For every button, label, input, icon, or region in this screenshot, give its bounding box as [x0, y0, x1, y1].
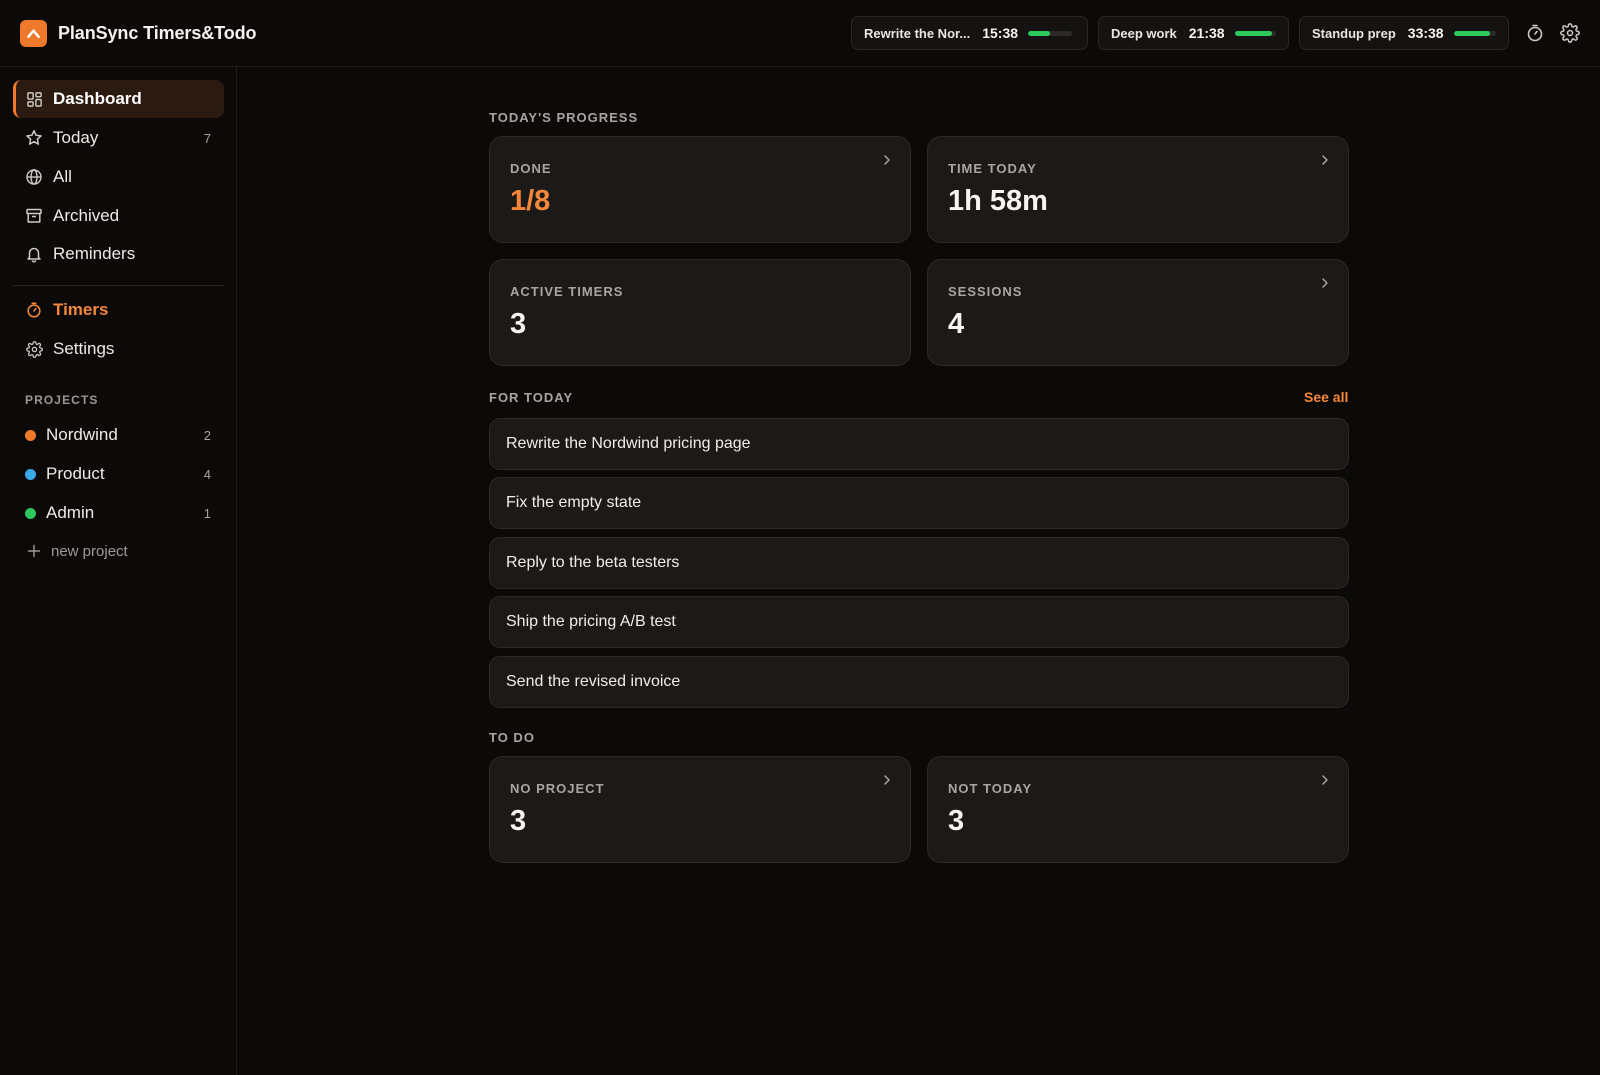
- stat-card-sessions[interactable]: SESSIONS 4: [927, 259, 1349, 366]
- gear-icon: [25, 340, 43, 358]
- timer-progress-bar: [1028, 30, 1073, 36]
- sidebar-item-archived[interactable]: Archived: [13, 197, 224, 235]
- timer-pill[interactable]: Deep work 21:38: [1098, 16, 1289, 50]
- sidebar: Dashboard Today 7 All Archived Reminders…: [0, 67, 237, 1075]
- sidebar-item-label: All: [53, 167, 72, 186]
- new-project-label: new project: [51, 542, 128, 560]
- timer-name: Standup prep: [1312, 25, 1396, 41]
- stat-value: 3: [948, 805, 965, 837]
- task-item[interactable]: Ship the pricing A/B test: [489, 596, 1349, 648]
- timer-progress-fill: [1453, 30, 1490, 36]
- sidebar-item-today[interactable]: Today 7: [13, 119, 224, 157]
- timer-time: 21:38: [1188, 25, 1225, 41]
- stopwatch-icon[interactable]: [1524, 22, 1546, 44]
- section-heading-to-do: TO DO: [489, 730, 535, 745]
- stat-value: 3: [510, 308, 527, 340]
- sidebar-item-timers[interactable]: Timers: [13, 291, 224, 329]
- project-color-dot: [25, 468, 36, 480]
- timer-pill[interactable]: Rewrite the Nor... 15:38: [851, 16, 1088, 50]
- active-timers-bar: Rewrite the Nor... 15:38 Deep work 21:38…: [851, 16, 1509, 50]
- app-logo-icon: [20, 19, 47, 47]
- section-heading-for-today: FOR TODAY: [489, 390, 574, 405]
- sidebar-item-label: Dashboard: [53, 89, 142, 108]
- stat-label: NO PROJECT: [510, 781, 605, 796]
- stat-value: 4: [948, 308, 965, 340]
- project-label: Product: [46, 464, 105, 483]
- timer-name: Rewrite the Nor...: [864, 25, 971, 41]
- projects-heading: PROJECTS: [25, 393, 99, 407]
- stat-value: 1/8: [510, 185, 551, 217]
- task-item[interactable]: Fix the empty state: [489, 477, 1349, 529]
- sidebar-item-label: Reminders: [53, 244, 136, 263]
- archive-icon: [25, 207, 43, 225]
- sidebar-item-label: Archived: [53, 206, 120, 225]
- timer-time: 15:38: [982, 25, 1019, 41]
- bell-icon: [25, 245, 43, 263]
- item-count: 4: [203, 466, 211, 482]
- todo-card-not-today[interactable]: NOT TODAY 3: [927, 756, 1349, 863]
- item-count: 7: [203, 130, 211, 146]
- project-label: Admin: [46, 503, 95, 522]
- task-item[interactable]: Rewrite the Nordwind pricing page: [489, 418, 1349, 470]
- timer-time: 33:38: [1407, 25, 1444, 41]
- stat-card-time-today[interactable]: TIME TODAY 1h 58m: [927, 136, 1349, 243]
- section-heading-progress: TODAY'S PROGRESS: [489, 110, 639, 125]
- item-count: 1: [203, 505, 211, 521]
- stat-value: 1h 58m: [948, 185, 1048, 217]
- timer-progress-fill: [1234, 30, 1272, 36]
- chevron-right-icon: [884, 775, 890, 785]
- project-color-dot: [25, 429, 36, 441]
- task-item[interactable]: Send the revised invoice: [489, 656, 1349, 708]
- sidebar-item-label: Today: [53, 128, 99, 147]
- sidebar-item-label: Timers: [53, 300, 109, 319]
- chevron-right-icon: [1322, 155, 1328, 165]
- star-icon: [25, 129, 43, 147]
- sidebar-item-dashboard[interactable]: Dashboard: [13, 80, 224, 118]
- sidebar-item-reminders[interactable]: Reminders: [13, 235, 224, 273]
- timer-progress-bar: [1234, 30, 1276, 36]
- stat-card-done[interactable]: DONE 1/8: [489, 136, 911, 243]
- new-project-button[interactable]: new project: [13, 532, 224, 570]
- brand[interactable]: PlanSync Timers&Todo: [20, 19, 257, 47]
- task-item[interactable]: Reply to the beta testers: [489, 537, 1349, 589]
- chevron-right-icon: [1322, 278, 1328, 288]
- todo-card-no-project[interactable]: NO PROJECT 3: [489, 756, 911, 863]
- project-color-dot: [25, 507, 36, 519]
- dashboard-icon: [25, 90, 43, 108]
- timer-name: Deep work: [1111, 25, 1177, 41]
- project-item-nordwind[interactable]: Nordwind 2: [13, 416, 224, 454]
- top-bar: PlanSync Timers&Todo Rewrite the Nor... …: [0, 0, 1600, 67]
- chevron-right-icon: [1322, 775, 1328, 785]
- stopwatch-icon: [25, 301, 43, 319]
- sidebar-item-settings[interactable]: Settings: [13, 330, 224, 368]
- stat-label: NOT TODAY: [948, 781, 1033, 796]
- sidebar-item-all[interactable]: All: [13, 158, 224, 196]
- stat-label: ACTIVE TIMERS: [510, 284, 624, 299]
- project-label: Nordwind: [46, 425, 118, 444]
- sidebar-item-label: Settings: [53, 339, 115, 358]
- plus-icon: [25, 542, 43, 560]
- timer-progress-bar: [1453, 30, 1496, 36]
- project-item-admin[interactable]: Admin 1: [13, 494, 224, 532]
- item-count: 2: [203, 427, 211, 443]
- globe-icon: [25, 168, 43, 186]
- app-title: PlanSync Timers&Todo: [58, 22, 257, 43]
- timer-pill[interactable]: Standup prep 33:38: [1299, 16, 1509, 50]
- stat-card-active-timers: ACTIVE TIMERS 3: [489, 259, 911, 366]
- timer-progress-fill: [1028, 30, 1051, 36]
- sidebar-divider: [13, 285, 224, 286]
- stat-label: SESSIONS: [948, 284, 1023, 299]
- stat-label: TIME TODAY: [948, 161, 1037, 176]
- stat-value: 3: [510, 805, 527, 837]
- gear-icon[interactable]: [1559, 22, 1581, 44]
- project-item-product[interactable]: Product 4: [13, 455, 224, 493]
- see-all-link[interactable]: See all: [1304, 389, 1348, 405]
- chevron-right-icon: [884, 155, 890, 165]
- stat-label: DONE: [510, 161, 552, 176]
